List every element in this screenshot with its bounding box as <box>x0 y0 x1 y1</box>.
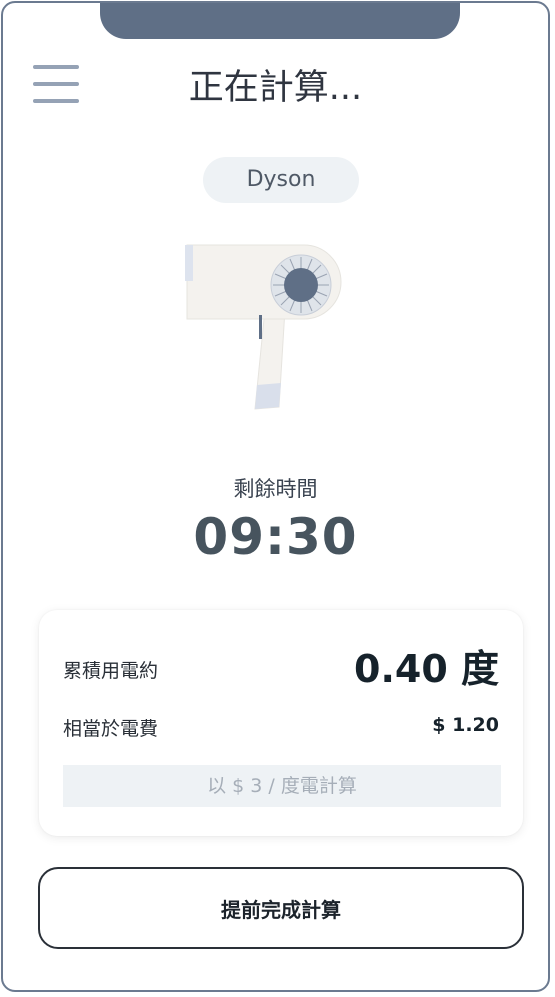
remaining-time-label: 剩餘時間 <box>233 477 318 501</box>
usage-summary-card: 累積用電約 0.40 度 相當於電費 $ 1.20 以 $ 3 / 度電計算 <box>39 610 523 836</box>
energy-value: 0.40 度 <box>354 647 499 691</box>
page-title: 正在計算... <box>188 68 363 108</box>
energy-label: 累積用電約 <box>63 660 159 682</box>
rate-note: 以 $ 3 / 度電計算 <box>63 765 501 807</box>
brand-chip: Dyson <box>203 157 359 203</box>
countdown-timer: 09:30 <box>193 508 358 566</box>
phone-frame: 正在計算... Dyson 剩餘時間 09:30 累積用電約 0.40 度 相當… <box>1 1 550 992</box>
hair-dryer-icon <box>185 244 342 410</box>
cost-label: 相當於電費 <box>63 718 159 740</box>
device-notch <box>100 3 460 39</box>
cost-value: $ 1.20 <box>432 714 499 736</box>
finish-early-button[interactable]: 提前完成計算 <box>38 867 524 949</box>
